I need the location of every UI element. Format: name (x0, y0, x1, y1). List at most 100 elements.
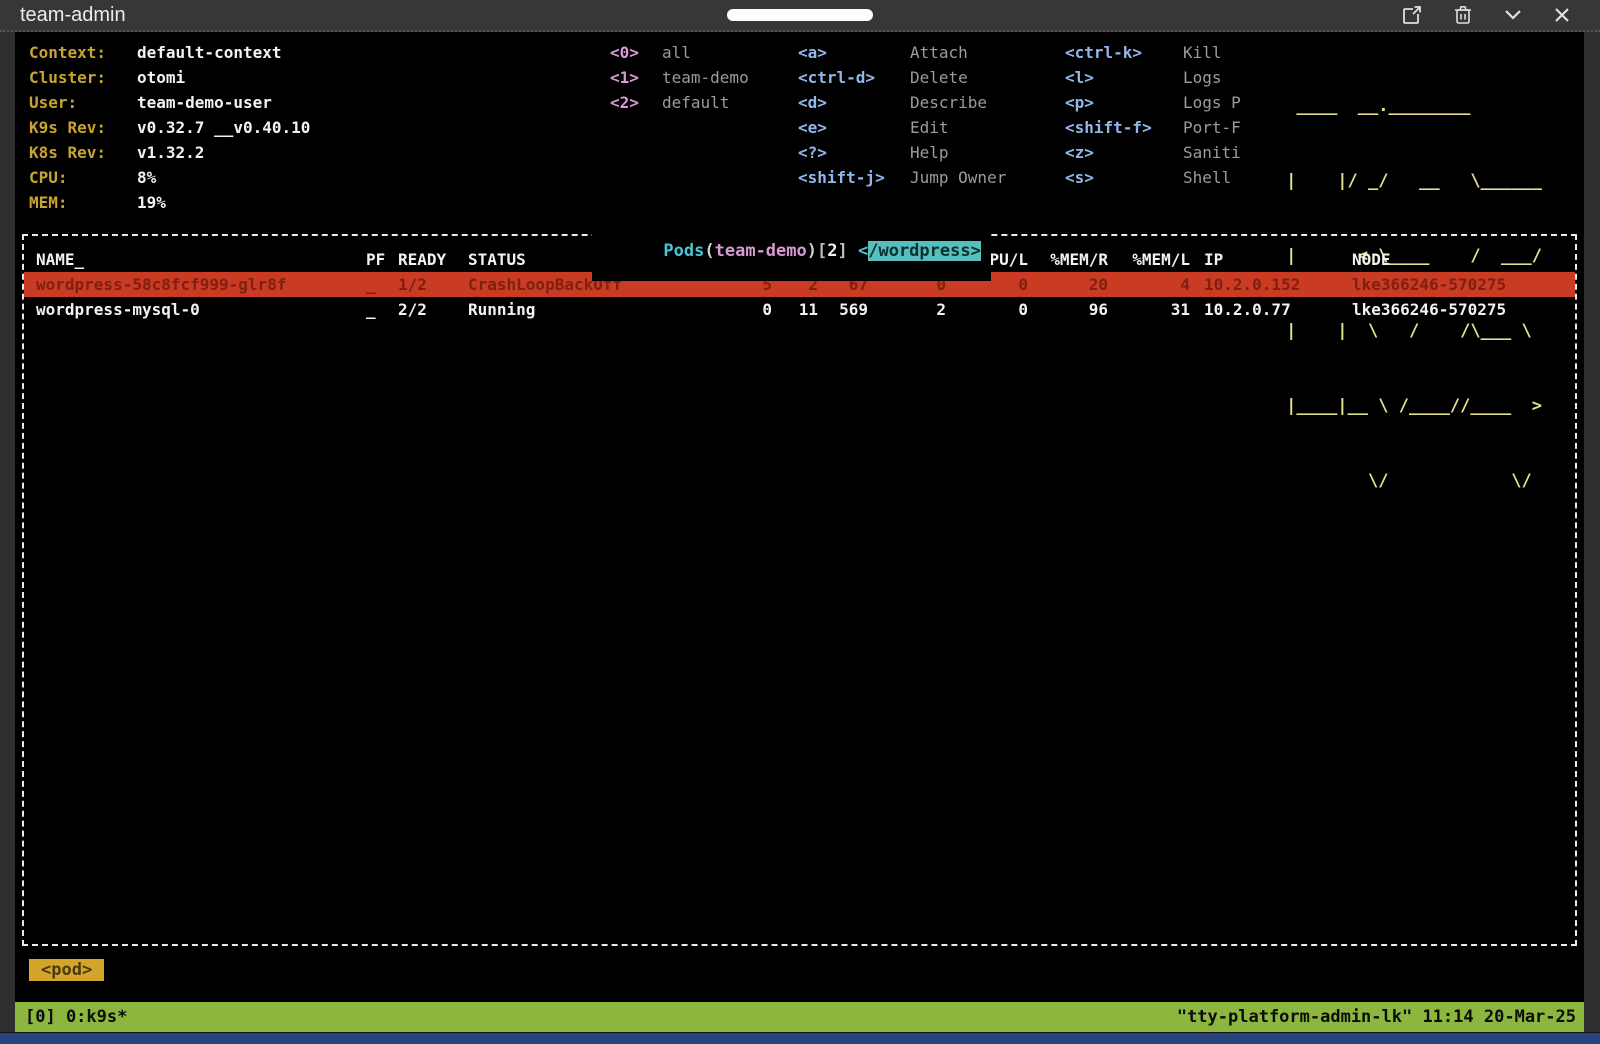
hotkey: <ctrl-d> (798, 65, 910, 90)
info-label: User: (29, 90, 137, 115)
cell-cpu: 11 (772, 297, 818, 322)
tmux-window-list[interactable]: [0] 0:k9s* (25, 1007, 127, 1027)
active-filter: /wordpress> (868, 241, 981, 261)
k9s-upgrade-version: v0.40.10 (233, 115, 310, 140)
paren: ( (704, 241, 714, 261)
pods-panel: Pods(team-demo)[2] </wordpress> NAME_ PF… (22, 234, 1577, 946)
bracket: ] (838, 241, 858, 261)
info-label: K9s Rev: (29, 115, 137, 140)
window-drag-pill (727, 9, 873, 21)
hotkey: <2> (610, 90, 662, 115)
cell-name: wordpress-58c8fcf999-glr8f (36, 272, 366, 297)
hotkey-label: Saniti (1183, 140, 1241, 165)
hotkey-label: all (662, 40, 691, 65)
col-ready[interactable]: READY (398, 247, 468, 272)
filter-bracket: < (858, 241, 868, 261)
hotkey-label: Port-F (1183, 115, 1241, 140)
hotkey: <0> (610, 40, 662, 65)
panel-title: Pods(team-demo)[2] </wordpress> (592, 221, 991, 281)
window-title: team-admin (20, 4, 126, 27)
info-label: Cluster: (29, 65, 137, 90)
cell-mem-l: 31 (1108, 297, 1190, 322)
action-hotkeys-1: <a>Attach <ctrl-d>Delete <d>Describe <e>… (798, 40, 1006, 190)
hotkey: <p> (1065, 90, 1183, 115)
hotkey-label: Delete (910, 65, 968, 90)
hotkey-label: Describe (910, 90, 987, 115)
info-value: v1.32.2 (137, 140, 204, 165)
hotkey-label: team-demo (662, 65, 749, 90)
col-node[interactable]: NODE (1338, 247, 1563, 272)
chevron-down-icon[interactable] (1504, 9, 1522, 21)
breadcrumb-pod[interactable]: <pod> (29, 959, 104, 981)
cell-ip: 10.2.0.152 (1190, 272, 1338, 297)
trash-icon[interactable] (1454, 5, 1472, 25)
cell-cpu-l: 0 (946, 297, 1028, 322)
hotkey: <1> (610, 65, 662, 90)
breadcrumb: <pod> (15, 946, 1584, 1002)
hotkey: <e> (798, 115, 910, 140)
hotkey: <shift-j> (798, 165, 910, 190)
col-name[interactable]: NAME_ (36, 247, 366, 272)
info-label: K8s Rev: (29, 140, 137, 165)
cell-pf: _ (366, 272, 398, 297)
hotkey-label: Kill (1183, 40, 1222, 65)
k9s-header: Context:default-context Cluster:otomi Us… (15, 32, 1584, 230)
cell-node: lke366246-570275 (1338, 272, 1563, 297)
hotkey: <a> (798, 40, 910, 65)
hotkey: <shift-f> (1065, 115, 1183, 140)
pod-count: 2 (827, 241, 837, 261)
window-titlebar: team-admin (0, 0, 1600, 32)
hotkey-label: Attach (910, 40, 968, 65)
cell-ip: 10.2.0.77 (1190, 297, 1338, 322)
hotkey-label: Logs (1183, 65, 1222, 90)
hotkey: <ctrl-k> (1065, 40, 1183, 65)
hotkey: <l> (1065, 65, 1183, 90)
info-value: 19% (137, 190, 166, 215)
cell-status: Running (468, 297, 678, 322)
tmux-status-bar: [0] 0:k9s* "tty-platform-admin-lk" 11:14… (15, 1002, 1584, 1032)
cell-cpu-r: 2 (868, 297, 946, 322)
hotkey-label: Edit (910, 115, 949, 140)
cell-pf: _ (366, 297, 398, 322)
info-value: otomi (137, 65, 185, 90)
tmux-session-info: "tty-platform-admin-lk" 11:14 20-Mar-25 (1177, 1007, 1576, 1027)
info-label: Context: (29, 40, 137, 65)
info-value: team-demo-user (137, 90, 272, 115)
cell-ready: 2/2 (398, 297, 468, 322)
cell-restarts: 0 (678, 297, 772, 322)
background-strip (0, 1033, 1600, 1044)
cell-mem: 569 (818, 297, 868, 322)
cell-ready: 1/2 (398, 272, 468, 297)
cell-mem-r: 20 (1028, 272, 1108, 297)
hotkey-label: Help (910, 140, 949, 165)
cell-name: wordpress-mysql-0 (36, 297, 366, 322)
paren: ) (807, 241, 817, 261)
namespace-hotkeys: <0>all <1>team-demo <2>default (610, 40, 749, 115)
col-ip[interactable]: IP (1190, 247, 1338, 272)
pod-row[interactable]: wordpress-mysql-0 _ 2/2 Running 0 11 569… (24, 297, 1575, 322)
info-value: default-context (137, 40, 282, 65)
hotkey: <?> (798, 140, 910, 165)
k9s-terminal: Context:default-context Cluster:otomi Us… (15, 32, 1584, 1002)
hotkey: <s> (1065, 165, 1183, 190)
hotkey-label: Shell (1183, 165, 1231, 190)
close-icon[interactable] (1554, 7, 1570, 23)
action-hotkeys-2: <ctrl-k>Kill <l>Logs <p>Logs P <shift-f>… (1065, 40, 1241, 190)
cell-node: lke366246-570275 (1338, 297, 1563, 322)
bracket: [ (817, 241, 827, 261)
info-value: 8% (137, 165, 156, 190)
resource-name: Pods (663, 241, 704, 261)
cell-mem-l: 4 (1108, 272, 1190, 297)
cell-mem-r: 96 (1028, 297, 1108, 322)
col-mem-l[interactable]: %MEM/L (1108, 247, 1190, 272)
hotkey-label: default (662, 90, 729, 115)
hotkey-label: Logs P (1183, 90, 1241, 115)
namespace-name: team-demo (715, 241, 807, 261)
info-value: v0.32.7 __ (137, 115, 233, 140)
open-external-icon[interactable] (1402, 5, 1422, 25)
cluster-info: Context:default-context Cluster:otomi Us… (29, 40, 310, 215)
hotkey: <d> (798, 90, 910, 115)
col-mem-r[interactable]: %MEM/R (1028, 247, 1108, 272)
hotkey-label: Jump Owner (910, 165, 1006, 190)
col-pf[interactable]: PF (366, 247, 398, 272)
